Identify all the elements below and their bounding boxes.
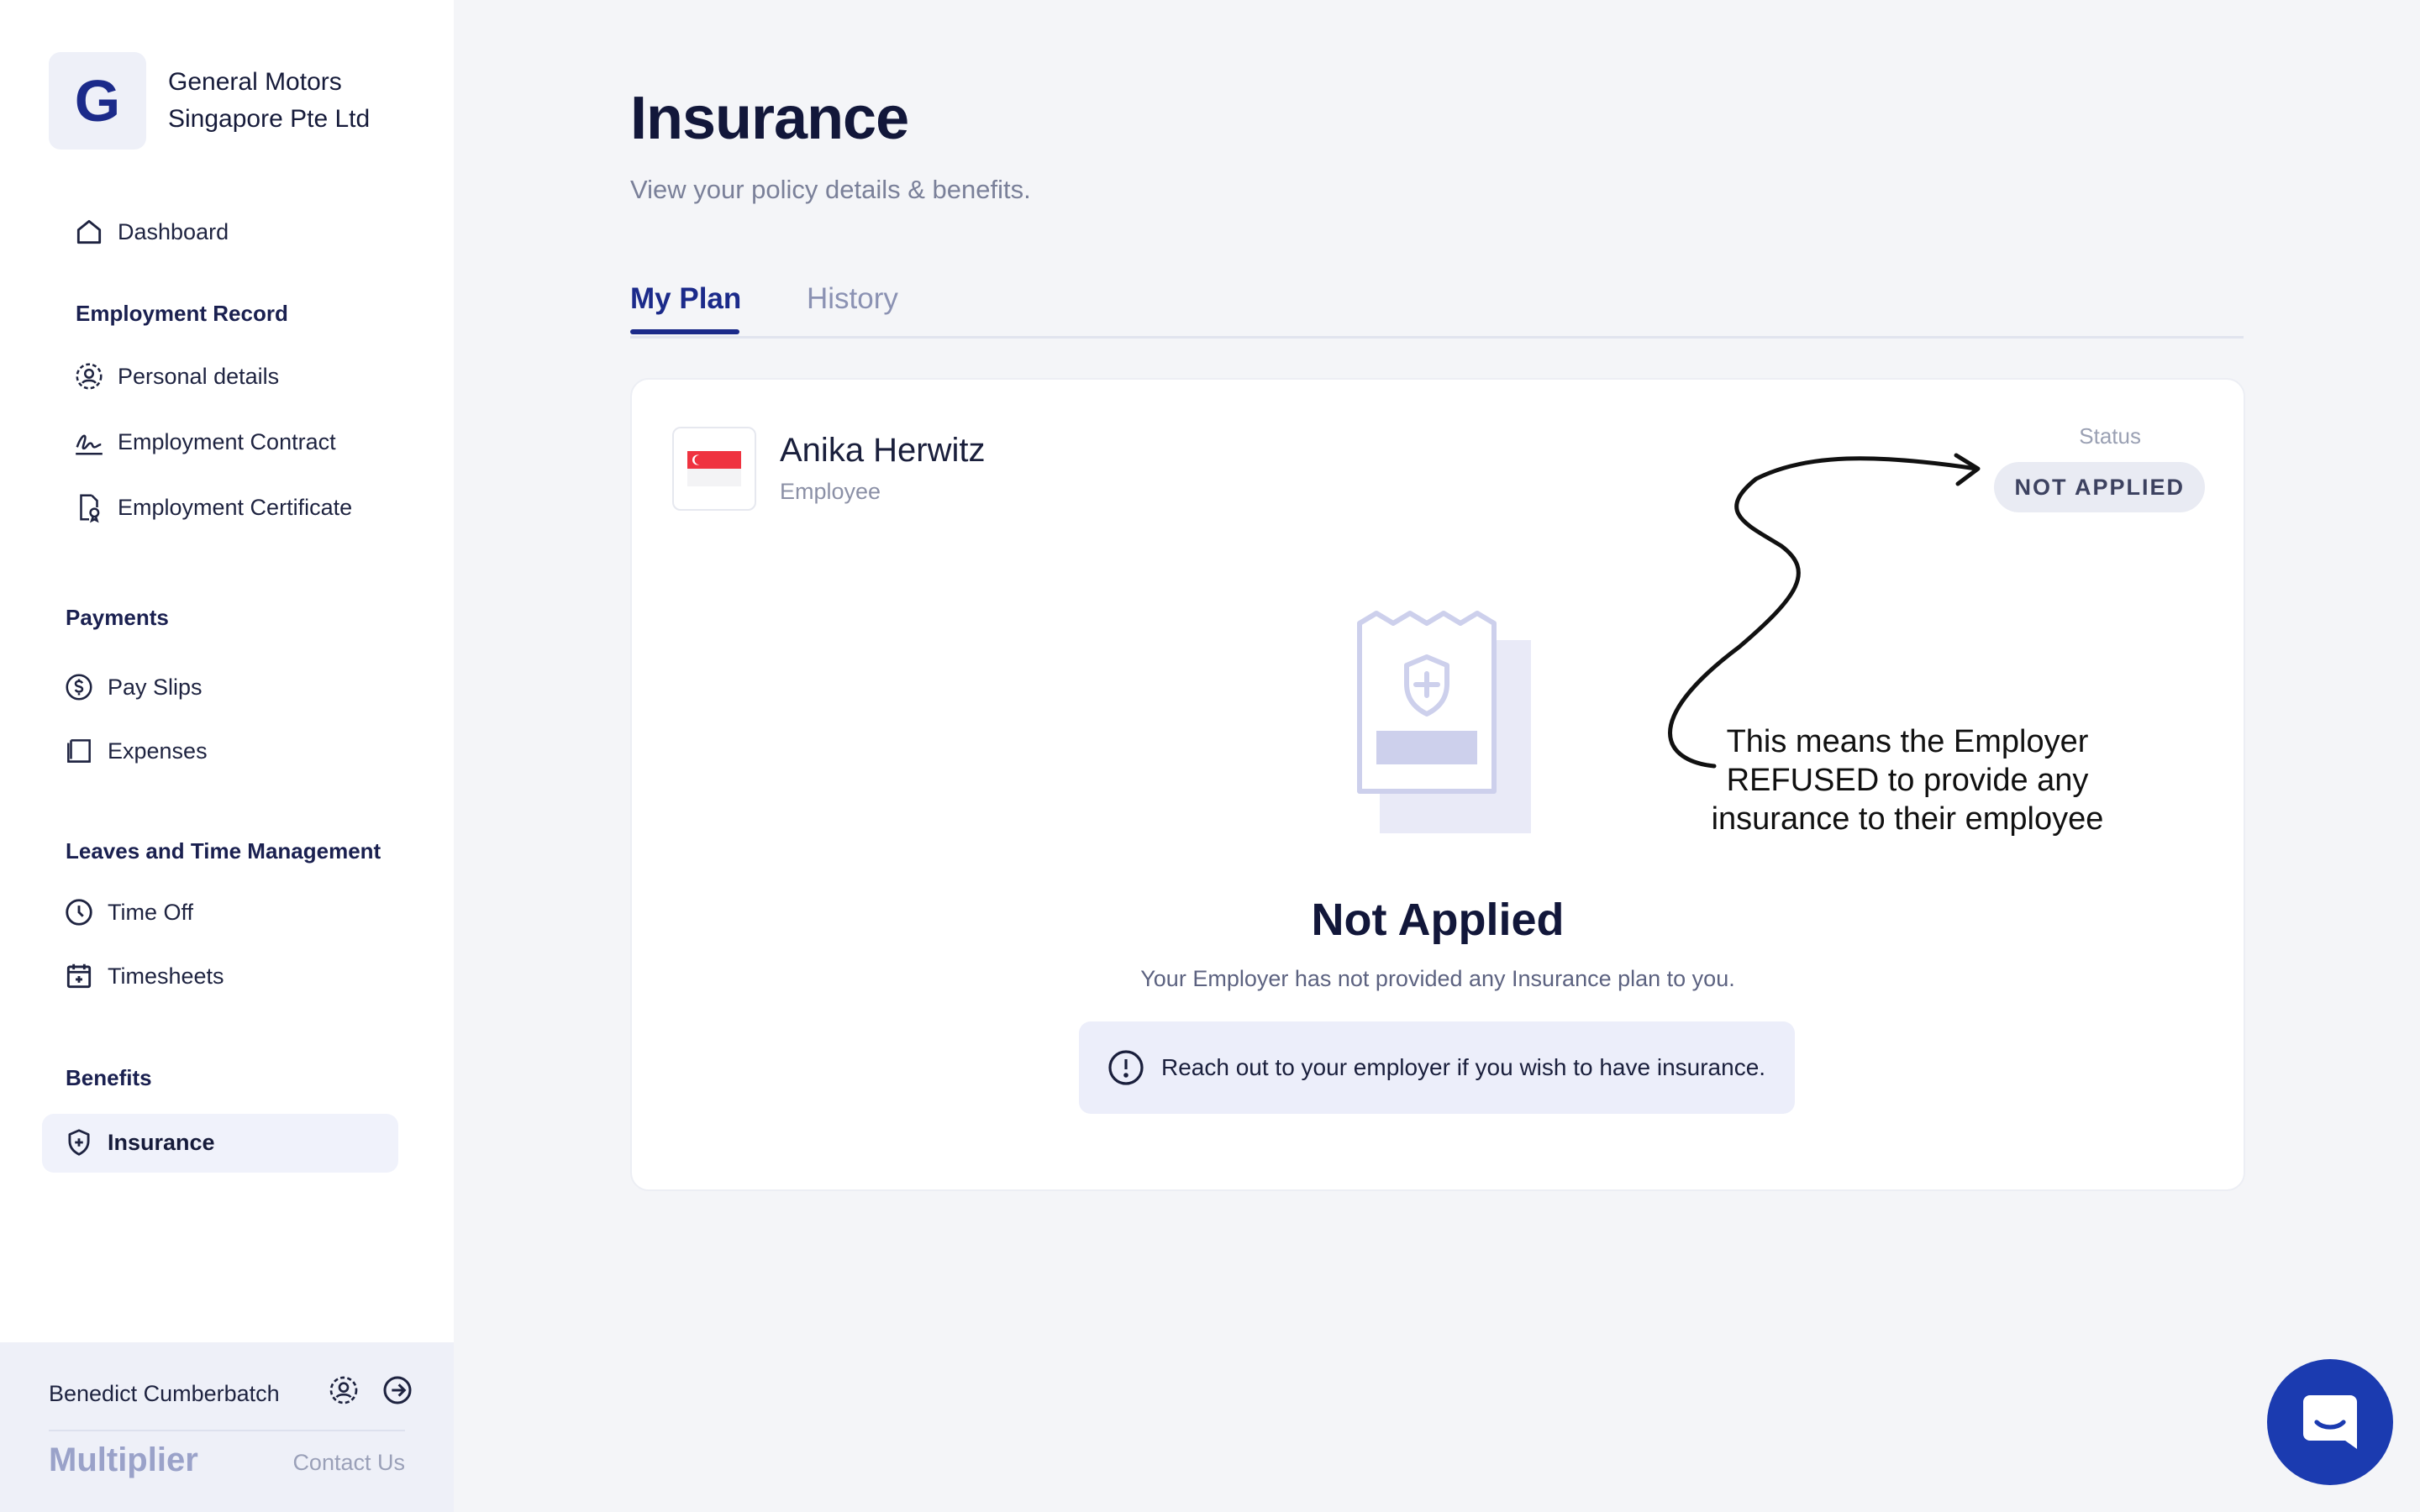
tab-my-plan[interactable]: My Plan (630, 282, 741, 316)
status-badge: NOT APPLIED (1994, 462, 2205, 512)
company-header: G General Motors Singapore Pte Ltd (49, 52, 420, 150)
company-logo: G (49, 52, 146, 150)
tab-bar: My Plan History (630, 277, 2244, 339)
certificate-icon (71, 489, 108, 526)
sidebar-item-timesheets[interactable]: Timesheets (60, 958, 224, 995)
singapore-flag-icon (672, 427, 756, 511)
sidebar-item-label: Dashboard (118, 218, 229, 244)
info-notice-text: Reach out to your employer if you wish t… (1161, 1054, 1766, 1080)
sidebar-item-insurance[interactable]: Insurance (60, 1124, 215, 1161)
profile-icon[interactable] (324, 1371, 363, 1410)
section-title-payments: Payments (66, 605, 169, 630)
sidebar-item-label: Employment Certificate (118, 494, 353, 520)
sidebar-item-time-off[interactable]: Time Off (60, 894, 193, 931)
section-title-employment-record: Employment Record (76, 301, 288, 326)
tab-history[interactable]: History (807, 282, 898, 316)
logout-icon[interactable] (378, 1371, 417, 1410)
calendar-icon (60, 958, 97, 995)
section-title-benefits: Benefits (66, 1065, 152, 1090)
employee-role: Employee (780, 479, 881, 504)
page-subtitle: View your policy details & benefits. (630, 175, 1031, 204)
chat-icon (2303, 1395, 2357, 1449)
clock-icon (60, 894, 97, 931)
empty-state-text: Your Employer has not provided any Insur… (1140, 966, 1735, 991)
user-circle-icon (71, 358, 108, 395)
signature-icon (71, 423, 108, 460)
tab-active-indicator (630, 329, 739, 334)
chat-launcher-button[interactable] (2267, 1359, 2393, 1485)
employee-name: Anika Herwitz (780, 432, 986, 469)
annotation-text: This means the Employer REFUSED to provi… (1711, 724, 2104, 837)
current-user-name: Benedict Cumberbatch (49, 1381, 280, 1406)
sidebar-item-employment-certificate[interactable]: Employment Certificate (71, 489, 352, 526)
sidebar-item-label: Expenses (108, 738, 208, 764)
sidebar-item-label: Employment Contract (118, 428, 336, 454)
page-title: Insurance (630, 85, 909, 152)
sidebar-item-label: Personal details (118, 363, 280, 389)
sidebar-item-expenses[interactable]: Expenses (60, 732, 208, 769)
shield-plus-icon (60, 1124, 97, 1161)
status-label: Status (2079, 423, 2141, 449)
sidebar-item-personal-details[interactable]: Personal details (71, 358, 279, 395)
sidebar-item-dashboard[interactable]: Dashboard (71, 213, 229, 250)
home-icon (71, 213, 108, 250)
sidebar-item-pay-slips[interactable]: Pay Slips (60, 669, 203, 706)
sidebar-item-label: Insurance (108, 1129, 215, 1155)
section-title-leaves: Leaves and Time Management (66, 838, 381, 864)
sidebar-item-employment-contract[interactable]: Employment Contract (71, 423, 336, 460)
dollar-circle-icon (60, 669, 97, 706)
sidebar-footer: Benedict Cumberbatch Multiplier Contact … (0, 1342, 454, 1512)
footer-divider (49, 1430, 405, 1431)
sidebar-item-label: Time Off (108, 899, 194, 925)
info-notice: Reach out to your employer if you wish t… (1079, 1021, 1795, 1114)
company-name: General Motors Singapore Pte Ltd (168, 68, 371, 133)
empty-state-title: Not Applied (1311, 895, 1565, 945)
receipt-icon (60, 732, 97, 769)
contact-us-link[interactable]: Contact Us (292, 1450, 405, 1476)
insurance-document-illustration (1346, 606, 1539, 833)
sidebar-item-label: Pay Slips (108, 674, 203, 700)
brand-logo: Multiplier (49, 1441, 198, 1478)
sidebar-item-label: Timesheets (108, 963, 224, 989)
exclamation-circle-icon (1106, 1047, 1146, 1088)
sidebar: G General Motors Singapore Pte Ltd Dashb… (0, 0, 454, 1512)
